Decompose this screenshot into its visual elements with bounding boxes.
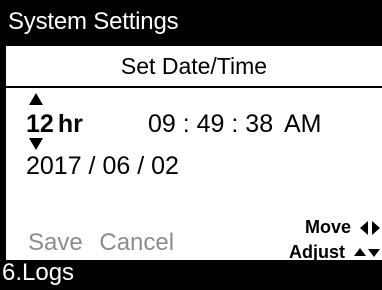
cancel-button[interactable]: Cancel	[99, 229, 174, 256]
time-format-unit: hr	[57, 110, 83, 138]
save-button[interactable]: Save	[28, 229, 83, 256]
window-title: System Settings	[8, 8, 179, 35]
move-hint-label: Move	[304, 217, 351, 237]
adjust-hint-label: Adjust	[288, 242, 345, 262]
dialog-title: Set Date/Time	[6, 46, 382, 88]
time-format-selector[interactable]: 12 hr	[26, 93, 83, 150]
triangle-up-icon[interactable]	[29, 93, 43, 105]
time-format-value[interactable]: 12	[26, 110, 54, 138]
date-field[interactable]: 2017 / 06 / 02	[26, 150, 179, 182]
set-date-time-dialog: Set Date/Time 12 hr 09 : 49 : 38 AM 2017 …	[6, 46, 382, 263]
am-pm-field[interactable]: AM	[284, 108, 322, 140]
softkey-bar: Save Cancel	[28, 228, 184, 258]
time-row: 12 hr 09 : 49 : 38 AM	[6, 93, 382, 150]
triangle-down-icon[interactable]	[29, 138, 43, 150]
background-menu-item-logs: 6.Logs	[2, 259, 75, 286]
adjust-hint: Adjust	[289, 241, 380, 263]
left-right-arrows-icon	[360, 221, 380, 236]
time-field[interactable]: 09 : 49 : 38	[148, 108, 273, 140]
up-down-arrows-icon	[354, 247, 380, 259]
move-hint: Move	[305, 216, 380, 238]
title-bar: System Settings	[0, 0, 382, 44]
